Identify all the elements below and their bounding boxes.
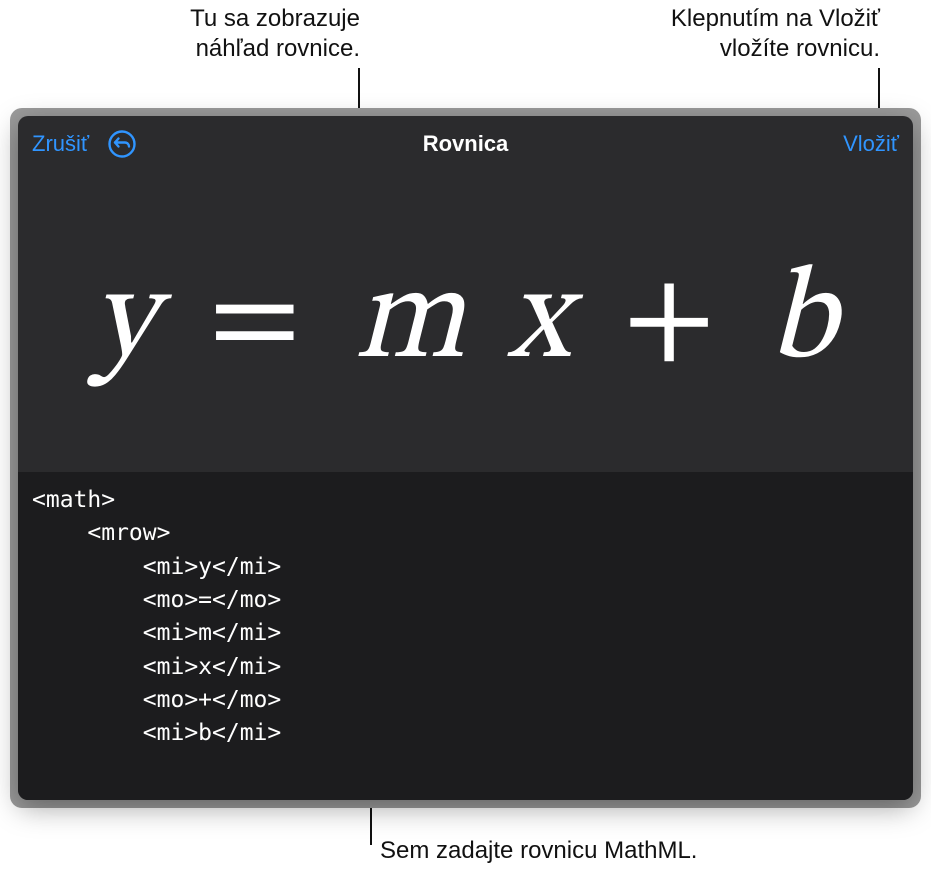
callout-preview: Tu sa zobrazuje náhľad rovnice. [70,4,360,64]
modal-container: Zrušiť Rovnica Vložiť y [10,108,921,808]
undo-icon[interactable] [107,129,137,159]
eq-plus: + [622,257,718,387]
cancel-button[interactable]: Zrušiť [32,131,89,157]
eq-x: x [507,257,571,387]
modal-title: Rovnica [182,131,749,157]
callout-input: Sem zadajte rovnicu MathML. [380,836,900,866]
equation-preview: y = m x + b [18,172,913,472]
equation-rendered: y = m x + b [93,241,839,404]
eq-equals: = [208,257,304,387]
mathml-input[interactable]: <math> <mrow> <mi>y</mi> <mo>=</mo> <mi>… [18,472,913,800]
eq-m: m [354,257,467,387]
callout-insert: Klepnutím na Vložiť vložíte rovnicu. [600,4,880,64]
eq-y: y [93,257,158,387]
eq-b: b [769,257,839,387]
equation-modal: Zrušiť Rovnica Vložiť y [18,116,913,800]
modal-toolbar: Zrušiť Rovnica Vložiť [18,116,913,172]
insert-button[interactable]: Vložiť [843,131,899,157]
